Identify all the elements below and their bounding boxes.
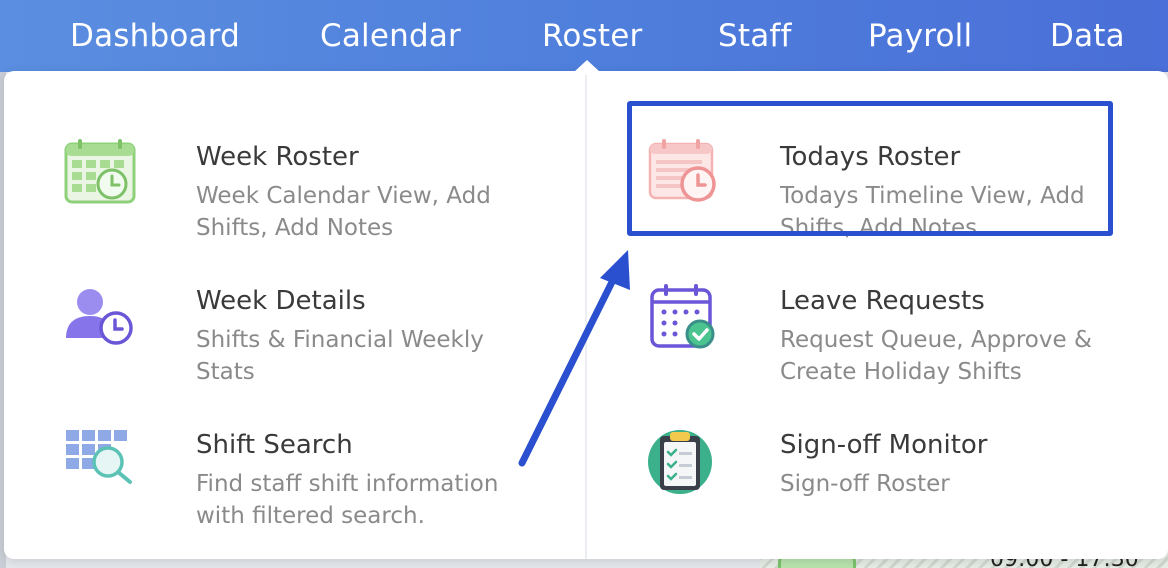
menu-item-week-roster[interactable]: Week Roster Week Calendar View, Add Shif… xyxy=(64,138,564,248)
menu-item-sign-off-monitor[interactable]: Sign-off Monitor Sign-off Roster xyxy=(648,426,1148,536)
calendar-check-icon xyxy=(648,282,720,354)
menu-item-leave-requests[interactable]: Leave Requests Request Queue, Approve & … xyxy=(648,282,1148,392)
user-clock-icon xyxy=(64,282,136,354)
nav-payroll[interactable]: Payroll xyxy=(868,16,972,56)
menu-item-description: Find staff shift information with filter… xyxy=(196,471,499,529)
menu-divider xyxy=(585,75,587,559)
menu-item-title: Week Roster xyxy=(196,142,359,172)
dropdown-caret xyxy=(574,60,600,72)
menu-item-title: Leave Requests xyxy=(780,286,985,316)
menu-item-title: Shift Search xyxy=(196,430,353,460)
highlight-box xyxy=(627,101,1113,236)
menu-item-week-details[interactable]: Week Details Shifts & Financial Weekly S… xyxy=(64,282,564,392)
menu-item-shift-search[interactable]: Shift Search Find staff shift informatio… xyxy=(64,426,564,536)
nav-dashboard[interactable]: Dashboard xyxy=(70,16,240,56)
grid-search-icon xyxy=(64,426,136,498)
menu-item-title: Sign-off Monitor xyxy=(780,430,988,460)
menu-item-description: Request Queue, Approve & Create Holiday … xyxy=(780,327,1092,385)
nav-data[interactable]: Data xyxy=(1050,16,1125,56)
nav-roster[interactable]: Roster xyxy=(542,16,642,56)
nav-staff[interactable]: Staff xyxy=(718,16,792,56)
calendar-clock-icon xyxy=(64,138,136,210)
menu-item-description: Sign-off Roster xyxy=(780,471,950,497)
menu-item-description: Shifts & Financial Weekly Stats xyxy=(196,327,484,385)
menu-item-title: Week Details xyxy=(196,286,366,316)
clipboard-check-icon xyxy=(648,426,720,498)
menu-item-description: Week Calendar View, Add Shifts, Add Note… xyxy=(196,183,491,241)
nav-calendar[interactable]: Calendar xyxy=(320,16,461,56)
